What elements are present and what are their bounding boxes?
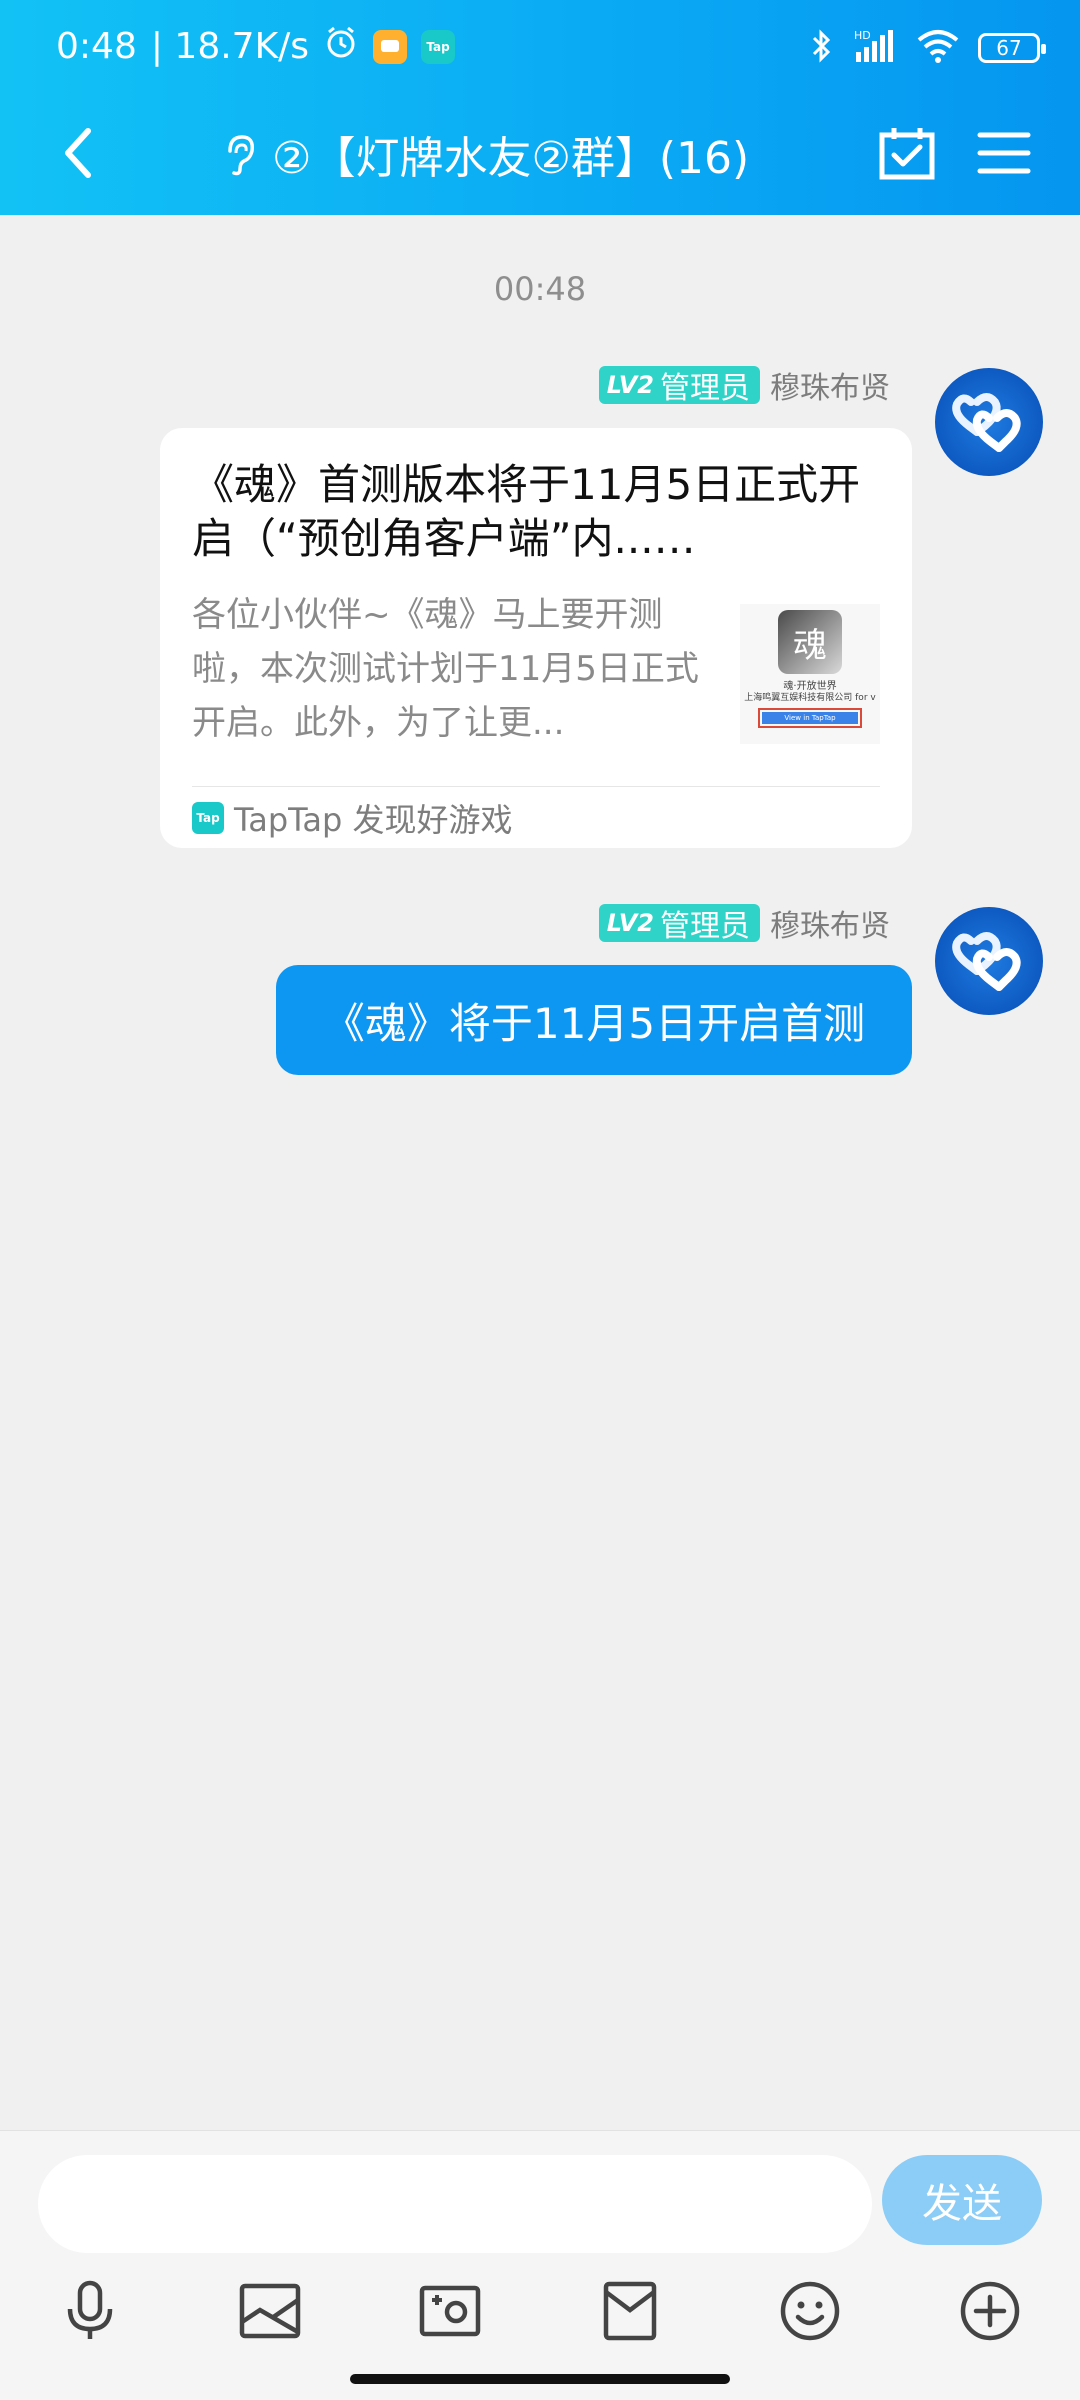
message-meta: LV2 管理员 穆珠布贤 bbox=[598, 363, 890, 407]
avatar[interactable] bbox=[935, 368, 1043, 476]
hearts-icon bbox=[952, 393, 1021, 452]
sender-name[interactable]: 穆珠布贤 bbox=[770, 901, 890, 945]
more-button[interactable] bbox=[950, 2271, 1030, 2351]
shared-link-card[interactable]: 《魂》首测版本将于11月5日正式开启（“预创角客户端”内...… 各位小伙伴~《… bbox=[160, 428, 912, 848]
nav-bar: ②【灯牌水友②群】(16) bbox=[0, 95, 1080, 215]
calendar-check-icon bbox=[879, 128, 935, 180]
message-timestamp: 00:48 bbox=[493, 270, 587, 308]
taptap-logo-icon: Tap bbox=[192, 802, 224, 834]
chevron-left-icon bbox=[65, 128, 91, 178]
role-label: 管理员 bbox=[660, 909, 750, 944]
header: 0:48 | 18.7K/s Tap HD 67 ②【灯牌水友②群】(16) bbox=[0, 0, 1080, 215]
red-packet-button[interactable] bbox=[590, 2271, 670, 2351]
voice-button[interactable] bbox=[50, 2271, 130, 2351]
game-logo: 魂 bbox=[778, 610, 842, 674]
image-icon bbox=[239, 2283, 301, 2339]
status-time: 0:48 bbox=[56, 26, 137, 67]
card-thumbnail: 魂 魂·开放世界 上海鸣翼互娱科技有限公司 for v View in TapT… bbox=[740, 604, 880, 744]
avatar[interactable] bbox=[935, 907, 1043, 1015]
hearts-icon bbox=[952, 932, 1021, 991]
thumb-view-button: View in TapTap bbox=[758, 708, 862, 728]
thumb-publisher: 上海鸣翼互娱科技有限公司 for v bbox=[744, 693, 876, 703]
plus-circle-icon bbox=[960, 2281, 1020, 2341]
ear-icon bbox=[220, 129, 260, 179]
red-packet-icon bbox=[603, 2281, 657, 2341]
network-speed: | 18.7K/s bbox=[150, 26, 310, 67]
input-area: 发送 bbox=[0, 2130, 1080, 2400]
message-bubble[interactable]: 《魂》将于11月5日开启首测 bbox=[276, 965, 912, 1075]
bluetooth-icon bbox=[810, 28, 834, 68]
alarm-icon bbox=[323, 24, 359, 69]
svg-text:HD: HD bbox=[854, 29, 871, 42]
wifi-icon bbox=[916, 28, 960, 68]
calendar-check-button[interactable] bbox=[876, 123, 938, 185]
menu-button[interactable] bbox=[976, 125, 1032, 181]
emoji-icon bbox=[780, 2281, 840, 2341]
battery-icon: 67 bbox=[978, 33, 1046, 63]
message-app-icon bbox=[373, 29, 408, 64]
card-title: 《魂》首测版本将于11月5日正式开启（“预创角客户端”内...… bbox=[192, 460, 861, 563]
card-description: 各位小伙伴~《魂》马上要开测啦，本次测试计划于11月5日正式开启。此外，为了让更… bbox=[192, 595, 699, 743]
microphone-icon bbox=[67, 2280, 113, 2339]
menu-icon bbox=[977, 132, 1031, 174]
back-button[interactable] bbox=[48, 123, 108, 183]
level-label: LV2 bbox=[606, 371, 654, 399]
sender-name[interactable]: 穆珠布贤 bbox=[770, 363, 890, 407]
taptap-app-icon: Tap bbox=[421, 29, 456, 64]
source-label: TapTap 发现好游戏 bbox=[234, 801, 513, 839]
level-label: LV2 bbox=[606, 909, 654, 937]
status-bar: 0:48 | 18.7K/s Tap HD 67 bbox=[0, 0, 1080, 95]
chat-title: ②【灯牌水友②群】(16) bbox=[272, 133, 750, 184]
divider bbox=[192, 786, 880, 787]
message-meta: LV2 管理员 穆珠布贤 bbox=[598, 901, 890, 945]
role-badge: LV2 管理员 bbox=[598, 904, 760, 944]
send-button[interactable]: 发送 bbox=[882, 2155, 1042, 2245]
chat-area[interactable]: 00:48 LV2 管理员 穆珠布贤 《魂》首测版本将于11月5日正式开启（“预… bbox=[0, 215, 1080, 2130]
emoji-button[interactable] bbox=[770, 2271, 850, 2351]
input-toolbar bbox=[0, 2271, 1080, 2361]
signal-icon: HD bbox=[852, 28, 898, 68]
camera-button[interactable] bbox=[410, 2271, 490, 2351]
camera-icon bbox=[419, 2285, 481, 2337]
role-badge: LV2 管理员 bbox=[598, 366, 760, 406]
chat-title-area[interactable]: ②【灯牌水友②群】(16) bbox=[220, 121, 820, 187]
role-label: 管理员 bbox=[660, 371, 750, 406]
message-input[interactable] bbox=[38, 2155, 872, 2253]
image-button[interactable] bbox=[230, 2271, 310, 2351]
card-source: Tap TapTap 发现好游戏 bbox=[192, 790, 513, 846]
home-indicator[interactable] bbox=[350, 2374, 730, 2384]
